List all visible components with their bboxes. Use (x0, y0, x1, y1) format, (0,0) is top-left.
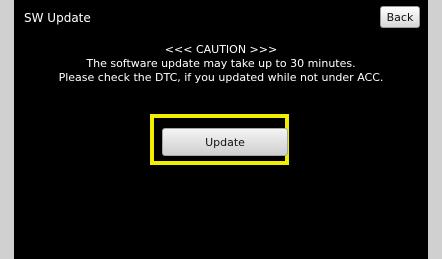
page-title: SW Update (24, 11, 91, 25)
update-button[interactable]: Update (162, 128, 288, 156)
caution-heading: <<< CAUTION >>> (164, 43, 278, 56)
caution-message: <<< CAUTION >>> The software update may … (14, 43, 428, 85)
update-screen: SW Update Back <<< CAUTION >>> The softw… (14, 0, 428, 259)
caution-duration-text: The software update may take up to 30 mi… (86, 57, 356, 70)
caution-dtc-text: Please check the DTC, if you updated whi… (58, 71, 384, 84)
back-button[interactable]: Back (380, 6, 420, 28)
